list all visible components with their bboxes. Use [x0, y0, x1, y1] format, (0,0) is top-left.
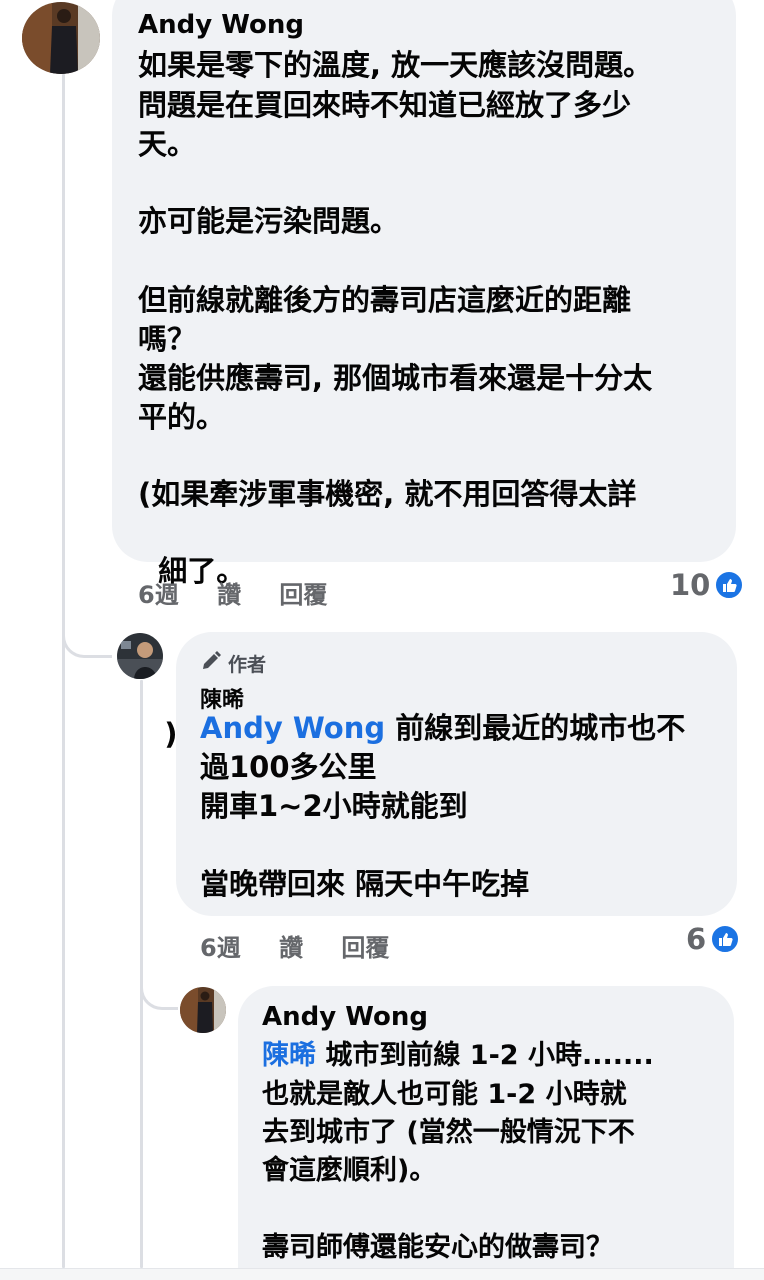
mention-link[interactable]: 陳晞: [262, 1040, 316, 1071]
avatar-andy-wong-image: [180, 987, 226, 1033]
reply-button[interactable]: 回覆: [279, 581, 327, 609]
avatar[interactable]: [117, 633, 163, 679]
like-button[interactable]: 讚: [217, 581, 241, 609]
comment-line: 開車1~2小時就能到: [200, 789, 468, 823]
comment-line: 過100多公里: [200, 750, 377, 784]
comment-actions: 6週 讚 回覆: [200, 928, 389, 963]
comment-line: 壽司師傅還能安心的做壽司？: [262, 1232, 613, 1263]
comment-line: (如果牽涉軍事機密, 就不用回答得太詳: [138, 477, 637, 511]
comment-line-text: 前線到最近的城市也不: [385, 711, 686, 745]
comment-line: 平的。: [138, 400, 226, 434]
comment-line: 去到城市了 (當然一般情況下不: [262, 1117, 635, 1148]
mention-link[interactable]: Andy Wong: [200, 711, 385, 745]
thread-line-main: [62, 74, 65, 1268]
comment-line: 還能供應壽司, 那個城市看來還是十分太: [138, 361, 653, 395]
thread-curve-reply1: [62, 600, 112, 658]
comment-line-text: 城市到前線 1-2 小時.......: [316, 1040, 654, 1071]
comment-line: 當晚帶回來 隔天中午吃掉: [200, 867, 530, 901]
comment-line: 嗎？: [138, 322, 197, 356]
thread-curve-reply2: [140, 960, 178, 1010]
comment-line: 問題是在買回來時不知道已經放了多少: [138, 88, 632, 122]
avatar-chen-xi-image: [117, 633, 163, 679]
like-icon: [714, 570, 745, 600]
comment-time[interactable]: 6週: [200, 934, 241, 962]
pencil-icon: [200, 650, 222, 677]
reaction-summary[interactable]: 6: [686, 922, 741, 956]
avatar-andy-wong-image: [22, 2, 100, 74]
reaction-count: 6: [686, 922, 707, 956]
comment-line: 也就是敵人也可能 1-2 小時就: [262, 1079, 627, 1110]
comment-time[interactable]: 6週: [138, 581, 179, 609]
avatar[interactable]: [22, 2, 100, 74]
reply-button[interactable]: 回覆: [341, 934, 389, 962]
comment-actions: 6週 讚 回覆: [138, 575, 327, 610]
comment-line: 陳晞 城市到前線 1-2 小時.......: [262, 1036, 654, 1075]
comment-line: 亦可能是污染問題。: [138, 204, 400, 238]
author-badge: 作者: [200, 650, 266, 677]
reaction-summary[interactable]: 10: [670, 568, 745, 602]
reaction-count: 10: [670, 568, 711, 602]
bottom-bar: [0, 1268, 764, 1280]
like-button[interactable]: 讚: [279, 934, 303, 962]
avatar[interactable]: [180, 987, 226, 1033]
comment-line: Andy Wong 前線到最近的城市也不: [200, 709, 685, 748]
comment-line: 會這麼順利)。: [262, 1155, 437, 1186]
comment-line: 但前線就離後方的壽司店這麼近的距離: [138, 283, 632, 317]
author-badge-label: 作者: [228, 654, 267, 676]
comment-line: 天。: [138, 127, 197, 161]
comment-author-name[interactable]: Andy Wong: [262, 1002, 428, 1032]
comment-author-name[interactable]: Andy Wong: [138, 10, 304, 40]
like-icon: [710, 924, 741, 954]
comment-line: 如果是零下的溫度, 放一天應該沒問題。: [138, 48, 653, 82]
